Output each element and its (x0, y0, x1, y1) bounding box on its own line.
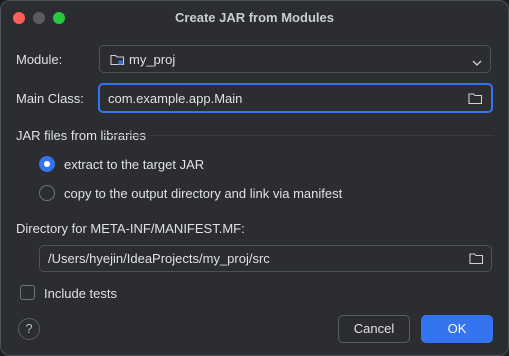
folder-icon[interactable] (469, 252, 484, 268)
extract-radio[interactable] (39, 156, 55, 172)
help-button[interactable]: ? (18, 318, 40, 340)
main-class-label: Main Class: (16, 91, 84, 106)
include-tests-label[interactable]: Include tests (44, 286, 117, 301)
section-divider (104, 135, 494, 136)
folder-icon[interactable] (468, 92, 483, 108)
manifest-directory-field[interactable]: /Users/hyejin/IdeaProjects/my_proj/src (39, 245, 492, 272)
manifest-directory-value: /Users/hyejin/IdeaProjects/my_proj/src (48, 251, 270, 266)
ok-button[interactable]: OK (421, 315, 493, 343)
extract-radio-label[interactable]: extract to the target JAR (64, 157, 204, 172)
main-class-field[interactable]: com.example.app.Main (98, 83, 493, 113)
title-bar: Create JAR from Modules (1, 1, 508, 35)
copy-radio-label[interactable]: copy to the output directory and link vi… (64, 186, 342, 201)
module-folder-icon (110, 53, 125, 69)
module-combobox[interactable]: my_proj (99, 45, 491, 73)
main-class-value: com.example.app.Main (108, 91, 243, 106)
include-tests-checkbox[interactable] (20, 285, 35, 300)
chevron-down-icon[interactable] (472, 55, 482, 70)
create-jar-dialog: Create JAR from Modules Module: my_proj … (0, 0, 509, 356)
module-label: Module: (16, 52, 63, 67)
cancel-button[interactable]: Cancel (338, 315, 410, 343)
module-value: my_proj (129, 52, 176, 67)
manifest-label: Directory for META-INF/MANIFEST.MF: (16, 221, 245, 236)
copy-radio[interactable] (39, 185, 55, 201)
dialog-title: Create JAR from Modules (175, 10, 334, 25)
